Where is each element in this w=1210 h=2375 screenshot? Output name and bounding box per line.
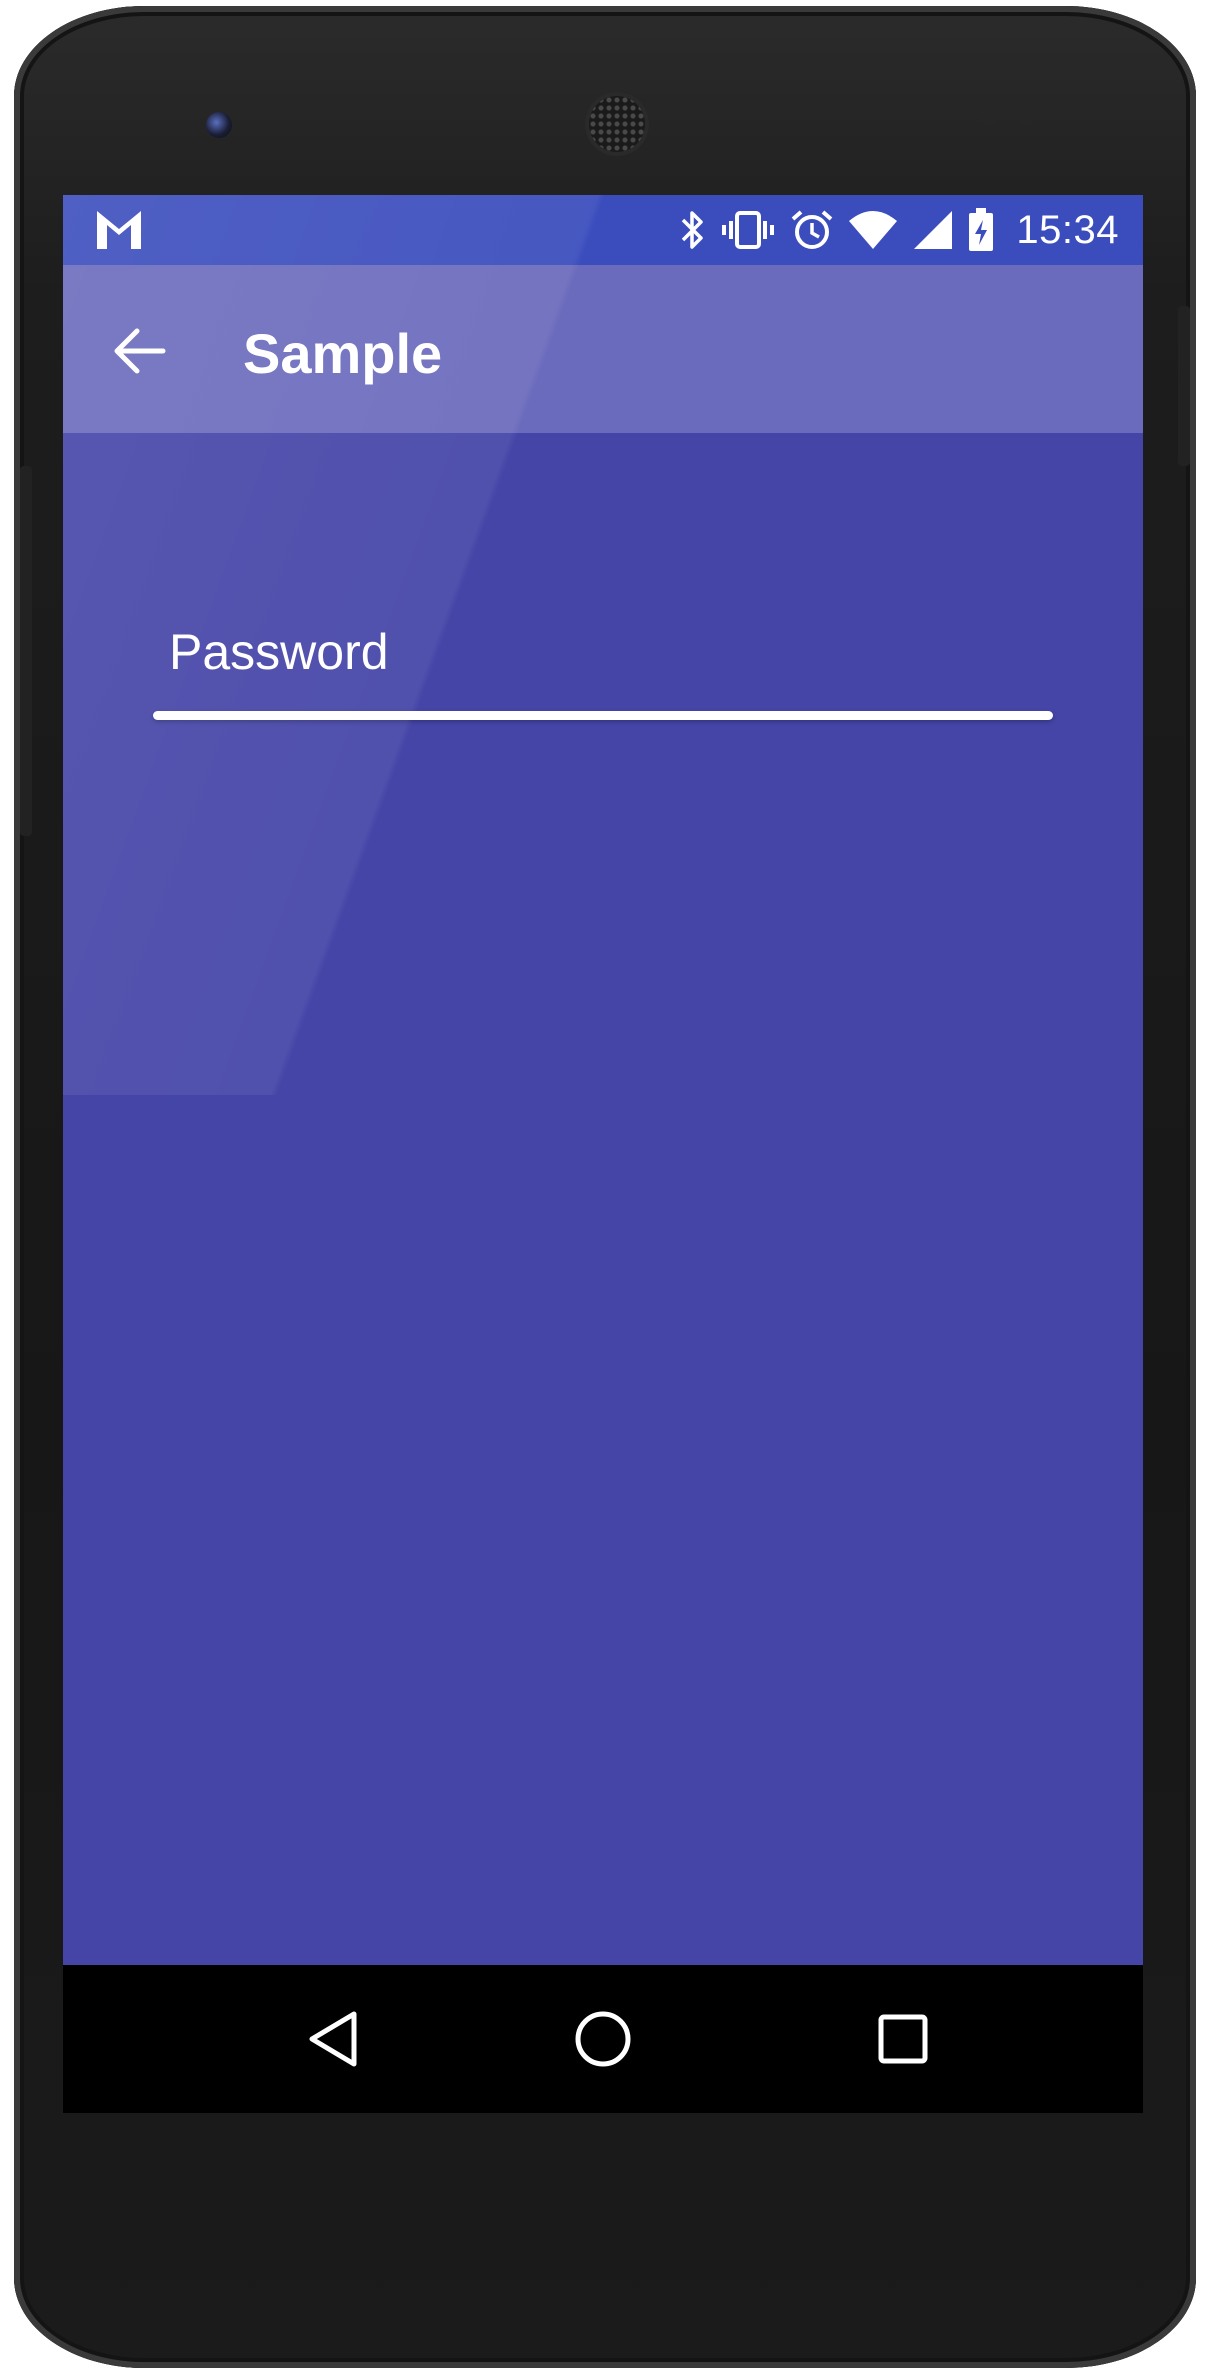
nav-home-button[interactable] [563,1999,643,2079]
nav-home-icon [575,2011,631,2067]
light-sensor [1019,112,1033,126]
nav-back-icon [309,2011,357,2067]
back-button[interactable] [103,315,175,387]
screen: 15:34 Sample Password [63,195,1143,2113]
wifi-icon [849,211,898,249]
password-field-container: Password [153,623,1057,720]
bluetooth-icon [682,211,704,249]
content-area: Password [63,433,1143,1965]
nav-recents-button[interactable] [863,1999,943,2079]
nav-back-button[interactable] [293,1999,373,2079]
power-button [1178,306,1190,466]
gmail-icon [97,211,141,249]
volume-rocker [20,466,32,836]
password-input[interactable] [153,623,1057,715]
nav-recents-icon [878,2014,928,2064]
battery-charging-icon [969,208,994,251]
status-time: 15:34 [1016,207,1119,252]
proximity-sensor [982,112,996,126]
navigation-bar [63,1965,1143,2113]
status-bar: 15:34 [63,195,1143,265]
password-underline [153,711,1053,720]
arrow-back-icon [114,328,166,374]
cell-signal-icon [914,211,953,249]
front-camera [206,112,232,138]
vibrate-icon [722,211,775,249]
status-icons: 15:34 [680,195,1119,265]
earpiece-speaker [589,96,645,152]
alarm-icon [792,210,833,249]
page-title: Sample [243,322,443,385]
app-bar: Sample [63,265,1143,433]
